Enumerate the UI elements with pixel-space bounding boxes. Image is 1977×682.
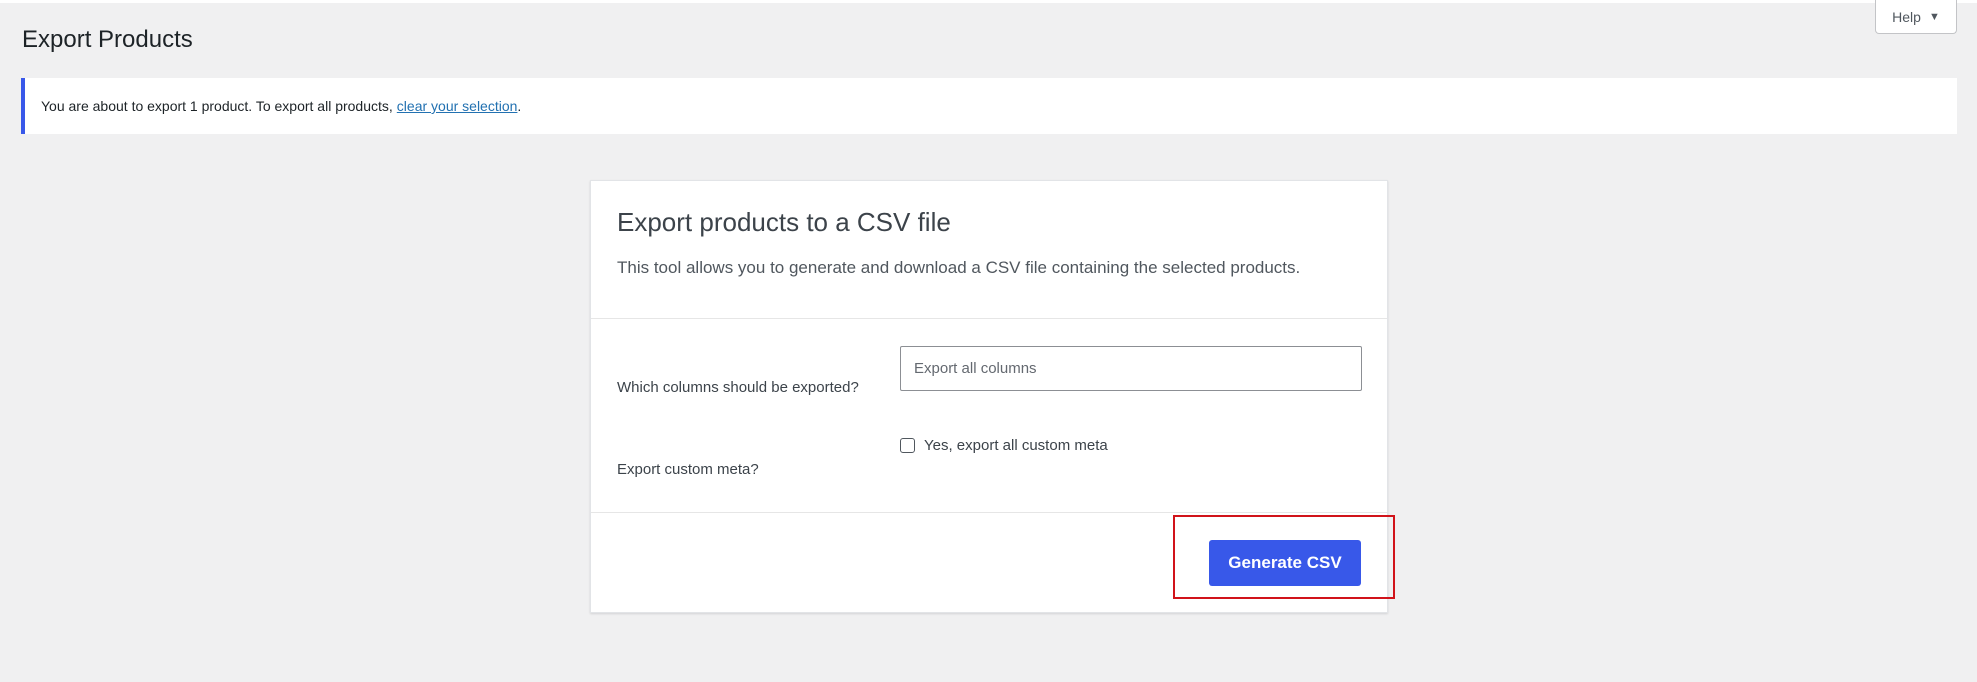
export-card: Export products to a CSV file This tool …	[590, 180, 1388, 613]
generate-csv-button[interactable]: Generate CSV	[1209, 540, 1361, 586]
help-tab-label: Help	[1892, 8, 1921, 25]
help-tab-button[interactable]: Help ▼	[1875, 0, 1957, 34]
custom-meta-label: Export custom meta?	[617, 461, 759, 478]
custom-meta-checkbox-label: Yes, export all custom meta	[924, 437, 1108, 454]
top-edge	[0, 0, 1977, 3]
selection-notice: You are about to export 1 product. To ex…	[21, 78, 1957, 134]
card-body: Which columns should be exported? Export…	[591, 319, 1387, 513]
card-description: This tool allows you to generate and dow…	[617, 258, 1301, 277]
caret-down-icon: ▼	[1928, 10, 1940, 23]
card-header: Export products to a CSV file This tool …	[591, 181, 1387, 319]
page-title: Export Products	[22, 26, 193, 53]
card-footer: Generate CSV	[591, 513, 1387, 612]
columns-label: Which columns should be exported?	[617, 379, 859, 396]
notice-suffix: .	[517, 98, 522, 114]
card-title: Export products to a CSV file	[617, 207, 951, 237]
custom-meta-option[interactable]: Yes, export all custom meta	[900, 437, 1108, 454]
notice-text: You are about to export 1 product. To ex…	[41, 98, 393, 114]
custom-meta-checkbox[interactable]	[900, 438, 915, 453]
clear-selection-link[interactable]: clear your selection	[397, 98, 518, 114]
columns-select-input[interactable]	[900, 346, 1362, 391]
